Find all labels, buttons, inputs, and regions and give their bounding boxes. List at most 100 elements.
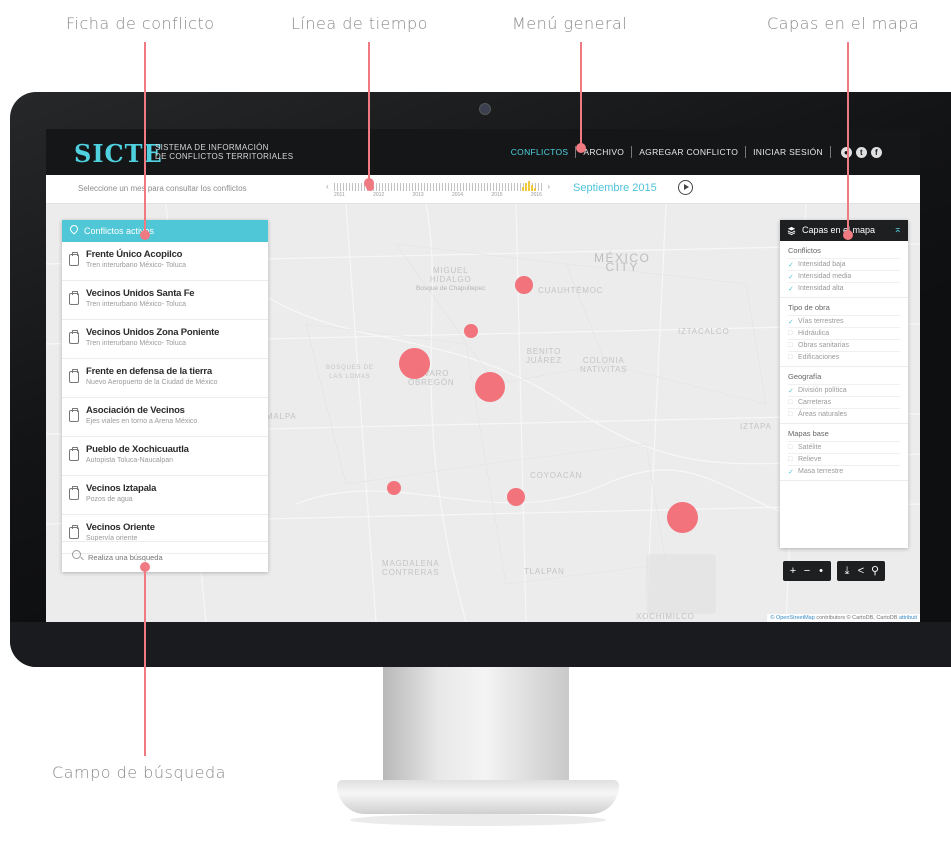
layers-icon <box>787 226 796 235</box>
layer-option-label: Edificaciones <box>798 354 840 361</box>
map-label-mexico-city: MÉXICO CITY <box>594 251 651 274</box>
empty-checkbox-icon[interactable]: □ <box>788 456 796 463</box>
conflict-item[interactable]: Asociación de Vecinos Ejes viales en torn… <box>62 398 268 437</box>
checkmark-icon[interactable]: ✓ <box>788 387 796 395</box>
map-label-colonia-nativitas: COLONIA NATIVITAS <box>580 356 628 374</box>
map-label-tlalpan: TLALPAN <box>524 567 565 576</box>
layer-option-label: Intensidad alta <box>798 285 844 292</box>
play-icon[interactable] <box>678 180 693 195</box>
timeline-activity-bars <box>522 181 538 191</box>
zoom-controls: + − • <box>783 561 831 581</box>
annotation-capas-en-el-mapa: Capas en el mapa <box>767 14 920 33</box>
map-label-cuauhtemoc: CUAUHTÉMOC <box>538 286 604 295</box>
conflict-marker[interactable] <box>515 276 533 294</box>
logo[interactable]: SICTE <box>74 139 163 168</box>
layer-option[interactable]: ✓ Intensidad alta <box>788 282 900 294</box>
clipboard-icon <box>69 447 79 461</box>
conflict-item[interactable]: Vecinos Iztapala Pozos de agua <box>62 476 268 515</box>
conflict-item[interactable]: Frente Único Acopilco Tren interurbano Mé… <box>62 242 268 281</box>
checkmark-icon[interactable]: ✓ <box>788 261 796 269</box>
monitor-chin <box>10 622 951 667</box>
timeline-years: 2011 2012 2013 2014 2015 2016 <box>334 192 542 198</box>
camera-icon <box>479 103 491 115</box>
conflict-panel-header[interactable]: Conflictos activos <box>62 220 268 242</box>
layer-option-label: Áreas naturales <box>798 411 848 418</box>
layer-option[interactable]: □ Satélite <box>788 441 900 453</box>
conflict-item[interactable]: Frente en defensa de la tierra Nuevo Aero… <box>62 359 268 398</box>
map-label-bosques-lomas: BOSQUES DE LAS LOMAS <box>326 365 374 380</box>
logo-subtitle: SISTEMA DE INFORMACIÓN DE CONFLICTOS TER… <box>155 143 294 161</box>
share-icon[interactable]: < <box>854 561 868 581</box>
collapse-icon[interactable]: ⌅ <box>894 225 902 235</box>
layer-option[interactable]: □ Obras sanitarias <box>788 339 900 351</box>
layer-option[interactable]: □ Edificaciones <box>788 351 900 363</box>
timeline-slider[interactable]: ‹ 2011 2012 2013 2014 2015 2016 › <box>326 181 550 199</box>
map-label-benito-juarez: BENITO JUÁREZ <box>526 347 562 365</box>
clipboard-icon <box>69 408 79 422</box>
layer-group-title: Mapas base <box>788 429 829 438</box>
conflict-marker[interactable] <box>667 502 698 533</box>
layer-option[interactable]: □ Carreteras <box>788 396 900 408</box>
layer-option[interactable]: ✓ Intensidad baja <box>788 258 900 270</box>
layer-option[interactable]: □ Relieve <box>788 453 900 465</box>
layer-option-label: Carreteras <box>798 399 832 406</box>
search-input[interactable] <box>86 549 260 565</box>
conflict-item[interactable]: Pueblo de Xochicuautla Autopista Toluca-N… <box>62 437 268 476</box>
annotation-dot-menu <box>576 143 586 153</box>
twitter-icon[interactable]: t <box>856 146 867 158</box>
conflict-marker[interactable] <box>387 481 401 495</box>
conflict-item[interactable]: Vecinos Unidos Zona Poniente Tren interur… <box>62 320 268 359</box>
layer-option[interactable]: ✓ División política <box>788 384 900 396</box>
annotation-dot-capas <box>843 230 853 240</box>
timeline-bar: Seleccione un mes para consultar los con… <box>46 175 920 204</box>
conflict-marker[interactable] <box>475 372 505 402</box>
menu-item-iniciar-sesion[interactable]: INICIAR SESIÓN <box>746 147 830 157</box>
map-label-xochimilco: XOCHIMILCO <box>636 612 695 621</box>
download-icon[interactable]: ⤓ <box>840 561 854 581</box>
empty-checkbox-icon[interactable]: □ <box>788 330 796 337</box>
conflict-marker[interactable] <box>399 348 430 379</box>
checkmark-icon[interactable]: ✓ <box>788 468 796 476</box>
layer-option[interactable]: ✓ Intensidad media <box>788 270 900 282</box>
layer-option[interactable]: ✓ Vías terrestres <box>788 315 900 327</box>
layer-option[interactable]: ✓ Masa terrestre <box>788 465 900 477</box>
empty-checkbox-icon[interactable]: □ <box>788 399 796 406</box>
layer-option-label: Obras sanitarias <box>798 342 849 349</box>
timeline-next-icon[interactable]: › <box>547 182 550 191</box>
annotation-dot-ficha <box>140 230 150 240</box>
pin-icon[interactable]: ⚲ <box>868 561 882 581</box>
conflict-marker[interactable] <box>507 488 525 506</box>
empty-checkbox-icon[interactable]: □ <box>788 354 796 361</box>
menu-item-agregar-conflicto[interactable]: AGREGAR CONFLICTO <box>632 147 745 157</box>
layer-option-label: Intensidad media <box>798 273 852 280</box>
timeline-hint: Seleccione un mes para consultar los con… <box>78 184 247 193</box>
app-screen: SICTE SISTEMA DE INFORMACIÓN DE CONFLICT… <box>46 129 920 622</box>
annotation-pointer-ficha <box>144 42 146 235</box>
locate-button[interactable]: • <box>814 561 828 581</box>
layer-group-title: Geografía <box>788 372 822 381</box>
zoom-in-button[interactable]: + <box>786 561 800 581</box>
menu-item-conflictos[interactable]: CONFLICTOS <box>504 147 576 157</box>
layer-option[interactable]: □ Hidráulica <box>788 327 900 339</box>
layer-option[interactable]: □ Áreas naturales <box>788 408 900 420</box>
conflict-marker[interactable] <box>464 324 478 338</box>
annotation-pointer-menu <box>580 42 582 149</box>
search-icon <box>72 550 81 559</box>
empty-checkbox-icon[interactable]: □ <box>788 411 796 418</box>
checkmark-icon[interactable]: ✓ <box>788 285 796 293</box>
conflict-item[interactable]: Vecinos Unidos Santa Fe Tren interurbano … <box>62 281 268 320</box>
clipboard-icon <box>69 369 79 383</box>
zoom-out-button[interactable]: − <box>800 561 814 581</box>
conflict-panel: Conflictos activos Frente Único Acopilco… <box>62 220 268 572</box>
checkmark-icon[interactable]: ✓ <box>788 318 796 326</box>
checkmark-icon[interactable]: ✓ <box>788 273 796 281</box>
layer-option-label: División política <box>798 387 847 394</box>
layer-group-title: Conflictos <box>788 246 821 255</box>
empty-checkbox-icon[interactable]: □ <box>788 342 796 349</box>
layer-groups: Conflictos ✓ Intensidad baja ✓ Intensidad me… <box>780 241 908 481</box>
empty-checkbox-icon[interactable]: □ <box>788 444 796 451</box>
annotation-linea-de-tiempo: Línea de tiempo <box>291 14 428 33</box>
facebook-icon[interactable]: f <box>871 146 882 158</box>
timeline-prev-icon[interactable]: ‹ <box>326 182 329 191</box>
annotation-ficha-de-conflicto: Ficha de conflicto <box>66 14 215 33</box>
